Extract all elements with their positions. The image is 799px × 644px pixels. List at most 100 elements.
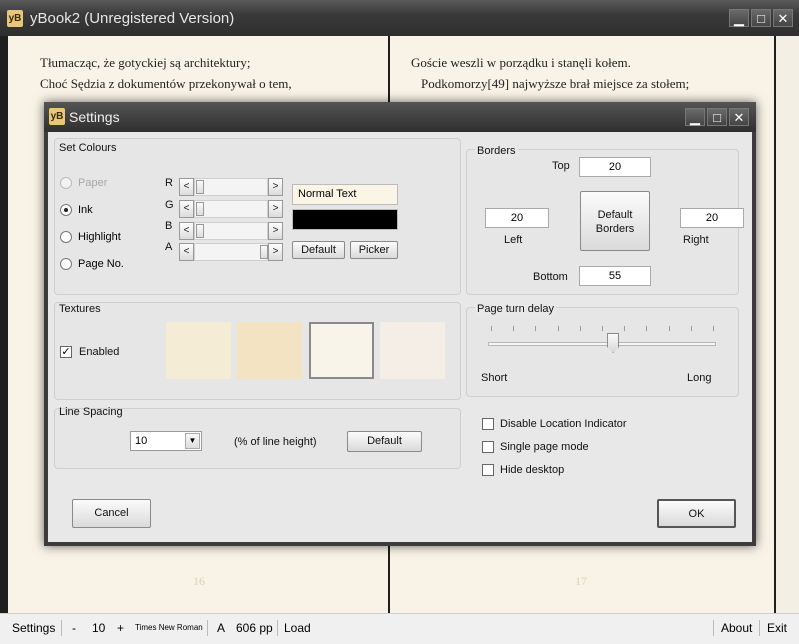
alpha-decrease-button[interactable]: < <box>179 243 194 261</box>
page-no-radio[interactable] <box>60 258 72 270</box>
current-colour-swatch <box>292 209 398 230</box>
blue-increase-button[interactable]: > <box>268 222 283 240</box>
cancel-button[interactable]: Cancel <box>72 499 151 528</box>
slider-tick <box>713 326 714 331</box>
about-link[interactable]: About <box>721 621 752 635</box>
blue-slider[interactable] <box>194 222 268 240</box>
line-spacing-select[interactable]: 10 ▼ <box>130 431 202 451</box>
slider-thumb[interactable] <box>260 245 268 259</box>
page-count: 606 pp <box>236 621 273 635</box>
increase-font-button[interactable]: + <box>117 621 124 635</box>
slider-tick <box>646 326 648 331</box>
app-logo-icon: yB <box>7 10 23 27</box>
line-spacing-default-button[interactable]: Default <box>347 431 422 452</box>
text-line: Choć Sędzia z dokumentów przekonywał o t… <box>40 76 292 91</box>
font-name-selector[interactable]: Times New Roman <box>135 623 203 632</box>
paper-radio-label: Paper <box>78 177 108 189</box>
long-label: Long <box>687 372 712 384</box>
disable-location-label: Disable Location Indicator <box>500 418 627 430</box>
ok-button[interactable]: OK <box>657 499 736 528</box>
dialog-minimize-button[interactable]: ▁ <box>685 108 705 126</box>
load-link[interactable]: Load <box>284 621 311 635</box>
texture-swatch[interactable] <box>237 322 302 379</box>
close-button[interactable]: ✕ <box>773 9 793 27</box>
divider <box>207 620 208 636</box>
slider-tick <box>491 326 492 331</box>
divider <box>61 620 62 636</box>
border-top-label: Top <box>552 160 570 172</box>
red-decrease-button[interactable]: < <box>179 178 194 196</box>
settings-link[interactable]: Settings <box>12 621 55 635</box>
page-number-left: 16 <box>193 574 205 588</box>
hide-desktop-checkbox[interactable] <box>482 464 494 476</box>
texture-swatch[interactable] <box>380 322 445 379</box>
borders-label: Borders <box>475 145 518 157</box>
slider-thumb[interactable] <box>196 224 204 238</box>
alpha-slider[interactable] <box>194 243 268 261</box>
dialog-maximize-button[interactable]: □ <box>707 108 727 126</box>
red-slider[interactable] <box>194 178 268 196</box>
green-increase-button[interactable]: > <box>268 200 283 218</box>
border-left-label: Left <box>504 234 523 246</box>
set-colours-label: Set Colours <box>59 142 117 154</box>
dialog-title: Settings <box>69 109 120 125</box>
divider <box>277 620 278 636</box>
highlight-radio[interactable] <box>60 231 72 243</box>
slider-ticks <box>491 326 714 332</box>
ink-radio[interactable] <box>60 204 72 216</box>
red-increase-button[interactable]: > <box>268 178 283 196</box>
alpha-channel-label: A <box>165 241 173 253</box>
font-size-value: 10 <box>92 621 106 635</box>
single-page-checkbox[interactable] <box>482 441 494 453</box>
text-line: Tłumacząc, że gotyckiej są architektury; <box>40 55 251 70</box>
blue-decrease-button[interactable]: < <box>179 222 194 240</box>
disable-location-checkbox[interactable] <box>482 418 494 430</box>
decrease-font-button[interactable]: - <box>72 621 76 635</box>
texture-swatch-selected[interactable] <box>309 322 374 379</box>
hide-desktop-label: Hide desktop <box>500 464 565 476</box>
textures-enabled-label: Enabled <box>79 346 120 358</box>
slider-thumb[interactable] <box>196 180 204 194</box>
border-bottom-input[interactable]: 55 <box>579 266 651 286</box>
slider-tick <box>690 326 692 331</box>
app-logo-icon: yB <box>49 108 65 125</box>
page-turn-label: Page turn delay <box>475 303 557 315</box>
green-channel-label: G <box>165 199 174 211</box>
chevron-down-icon[interactable]: ▼ <box>185 433 200 449</box>
exit-link[interactable]: Exit <box>767 621 787 635</box>
window-title: yBook2 (Unregistered Version) <box>30 10 235 27</box>
colour-default-button[interactable]: Default <box>292 241 345 259</box>
red-channel-label: R <box>165 177 173 189</box>
slider-tick <box>513 326 515 331</box>
green-slider[interactable] <box>194 200 268 218</box>
maximize-button[interactable]: □ <box>751 9 771 27</box>
green-decrease-button[interactable]: < <box>179 200 194 218</box>
colour-picker-button[interactable]: Picker <box>350 241 398 259</box>
dialog-close-button[interactable]: ✕ <box>729 108 749 126</box>
slider-tick <box>624 326 626 331</box>
slider-tick <box>535 326 537 331</box>
text-line: Podkomorzy[49] najwyższe brał miejsce za… <box>421 76 690 91</box>
paper-radio[interactable] <box>60 177 72 189</box>
border-right-input[interactable]: 20 <box>680 208 744 228</box>
minimize-button[interactable]: ▁ <box>729 9 749 27</box>
border-top-input[interactable]: 20 <box>579 157 651 177</box>
short-label: Short <box>481 372 508 384</box>
line-spacing-value: 10 <box>135 435 148 447</box>
textures-enabled-checkbox[interactable]: ✓ <box>60 346 72 358</box>
slider-tick <box>668 326 670 331</box>
slider-thumb[interactable] <box>196 202 204 216</box>
font-icon[interactable]: A <box>217 621 225 635</box>
page-turn-slider[interactable] <box>488 342 716 346</box>
alpha-increase-button[interactable]: > <box>268 243 283 261</box>
texture-swatch[interactable] <box>166 322 231 379</box>
slider-tick <box>602 326 603 331</box>
default-borders-label-line1: Default <box>597 209 633 221</box>
border-right-label: Right <box>683 234 709 246</box>
dialog-title-bar: yB Settings ▁ □ ✕ <box>44 102 756 132</box>
book-edge <box>776 36 799 613</box>
divider <box>759 620 760 636</box>
border-left-input[interactable]: 20 <box>485 208 549 228</box>
page-no-radio-label: Page No. <box>78 258 124 270</box>
default-borders-button[interactable]: Default Borders <box>580 191 650 251</box>
